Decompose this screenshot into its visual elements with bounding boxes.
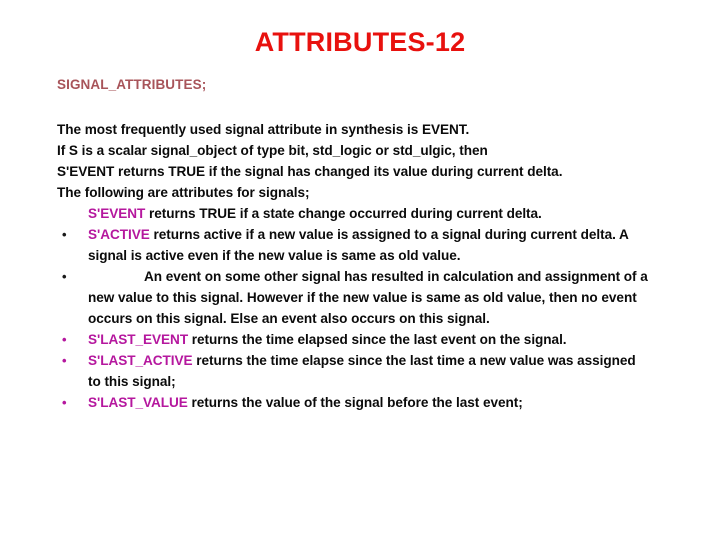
page-title: ATTRIBUTES-12 — [254, 27, 466, 57]
list-item-line: occurs on this signal. Else an event als… — [88, 311, 490, 326]
bullet-marker-icon: • — [62, 353, 67, 368]
list-item-line: S'LAST_EVENT returns the time elapsed si… — [88, 329, 677, 350]
keyword-sevent: S'EVENT — [88, 206, 146, 221]
section-subtitle: SIGNAL_ATTRIBUTES; — [57, 77, 207, 92]
list-item-line: signal is active even if the new value i… — [88, 248, 461, 263]
list-item-line: S'LAST_ACTIVE returns the time elapse si… — [88, 350, 677, 371]
keyword-slast-active: S'LAST_ACTIVE — [88, 353, 193, 368]
body-paragraph: If S is a scalar signal_object of type b… — [57, 143, 488, 158]
list-item-line: to this signal; — [88, 374, 176, 389]
sub-line-sevent: S'EVENT returns TRUE if a state change o… — [57, 203, 677, 224]
list-item-text: returns the value of the signal before t… — [187, 395, 523, 410]
sub-line-text: returns TRUE if a state change occurred … — [145, 206, 542, 221]
list-item-text: returns the time elapse since the last t… — [192, 353, 636, 368]
list-item-line: S'ACTIVE returns active if a new value i… — [88, 224, 677, 245]
body-paragraph: The most frequently used signal attribut… — [57, 122, 470, 137]
keyword-sactive: S'ACTIVE — [88, 227, 150, 242]
list-item: • S'LAST_VALUE returns the value of the … — [57, 392, 677, 413]
bullet-marker-icon: • — [62, 332, 67, 347]
bullet-marker-icon: • — [62, 269, 67, 284]
list-item-line: An event on some other signal has result… — [88, 266, 677, 287]
bullet-marker-icon: • — [62, 395, 67, 410]
list-item: • S'ACTIVE returns active if a new value… — [57, 224, 677, 266]
list-item: • S'LAST_EVENT returns the time elapsed … — [57, 329, 677, 350]
keyword-slast-value: S'LAST_VALUE — [88, 395, 188, 410]
body-paragraph: S'EVENT returns TRUE if the signal has c… — [57, 164, 563, 179]
body-paragraph: The following are attributes for signals… — [57, 185, 310, 200]
list-item-text: An event on some other signal has result… — [144, 269, 648, 284]
list-item-line: new value to this signal. However if the… — [88, 290, 637, 305]
slide-body: The most frequently used signal attribut… — [57, 119, 677, 413]
keyword-slast-event: S'LAST_EVENT — [88, 332, 189, 347]
list-item-text: returns the time elapsed since the last … — [188, 332, 567, 347]
list-item: • An event on some other signal has resu… — [57, 266, 677, 329]
list-item-line: S'LAST_VALUE returns the value of the si… — [88, 392, 677, 413]
list-item-text: returns active if a new value is assigne… — [149, 227, 629, 242]
slide-canvas: ATTRIBUTES-12 SIGNAL_ATTRIBUTES; The mos… — [0, 0, 720, 540]
list-item: • S'LAST_ACTIVE returns the time elapse … — [57, 350, 677, 392]
bullet-marker-icon: • — [62, 227, 67, 242]
